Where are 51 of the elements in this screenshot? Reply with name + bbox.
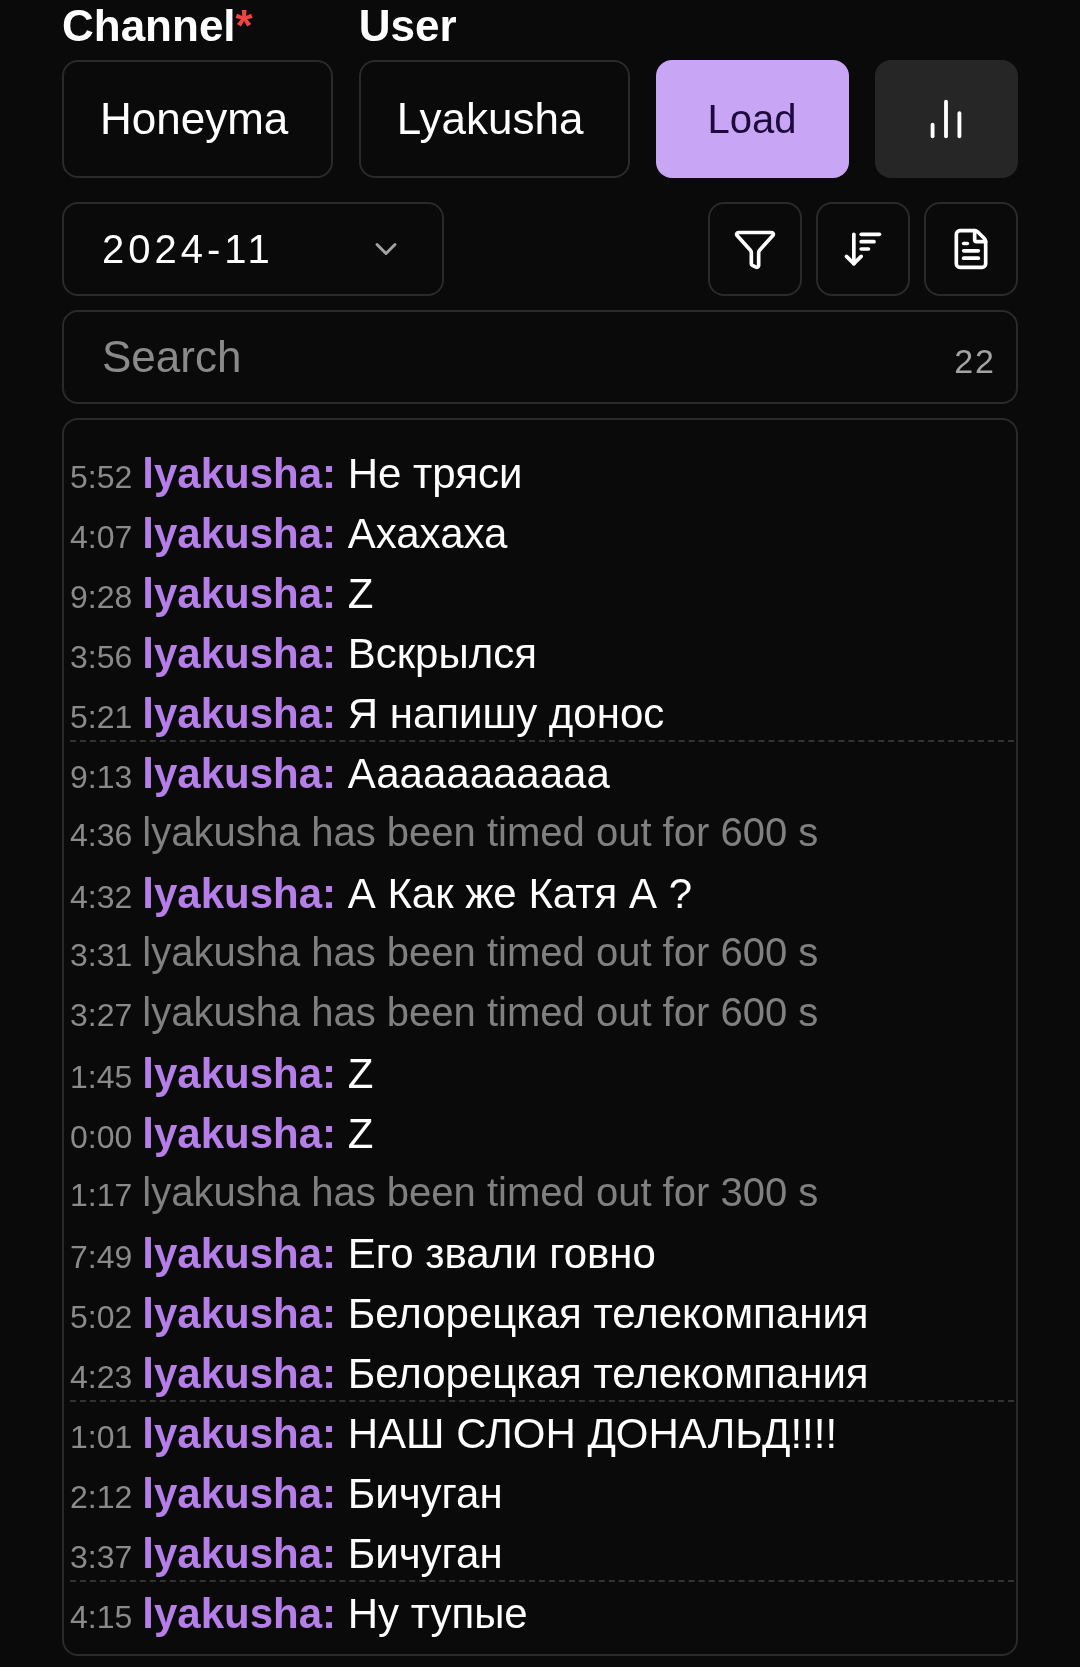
timestamp: 7:49 xyxy=(70,1238,133,1277)
chat-message: lyakusha: Бичуган xyxy=(142,1529,503,1579)
chat-message: lyakusha: Вскрылся xyxy=(142,629,537,679)
chat-message: lyakusha: Бичуган xyxy=(142,1469,503,1519)
timestamp: 5:02 xyxy=(70,1298,133,1337)
chat-message: lyakusha: А Как же Катя А ? xyxy=(142,869,692,919)
timestamp: 4:23 xyxy=(70,1358,133,1397)
timestamp: 9:13 xyxy=(70,758,133,797)
chat-message: lyakusha: Белорецкая телекомпания xyxy=(142,1349,869,1399)
timestamp: 1:01 xyxy=(70,1418,133,1457)
system-notice: lyakusha has been timed out for 300 s xyxy=(142,1169,819,1216)
chat-message: lyakusha: Z xyxy=(142,1049,374,1099)
chat-message: lyakusha: Белорецкая телекомпания xyxy=(142,1289,869,1339)
timestamp: 5:52 xyxy=(70,458,133,497)
load-button[interactable]: Load xyxy=(655,60,849,178)
timestamp: 3:27 xyxy=(70,996,133,1035)
system-notice: lyakusha has been timed out for 600 s xyxy=(142,809,819,856)
timestamp: 1:17 xyxy=(70,1176,133,1215)
user-label: User xyxy=(358,2,458,50)
chart-button[interactable] xyxy=(874,60,1018,178)
timestamp: 4:36 xyxy=(70,816,133,855)
timestamp: 4:15 xyxy=(70,1598,133,1637)
chat-message: lyakusha: Ааааааааааа xyxy=(142,749,610,799)
timestamp: 1:45 xyxy=(70,1058,133,1097)
user-field[interactable]: Lyakusha xyxy=(358,60,630,178)
timestamp: 2:12 xyxy=(70,1478,133,1517)
chat-message: lyakusha: Ахахаха xyxy=(142,509,508,559)
timestamp: 9:28 xyxy=(70,578,133,617)
filter-button[interactable] xyxy=(708,202,802,296)
timestamp: 4:07 xyxy=(70,518,133,557)
channel-field[interactable]: Honeyma xyxy=(62,60,333,178)
channel-label: Channel* xyxy=(62,2,254,50)
chat-message: lyakusha: Z xyxy=(142,1109,374,1159)
timestamp: 3:31 xyxy=(70,936,133,975)
chat-message: lyakusha: Z xyxy=(142,569,374,619)
timestamp: 4:32 xyxy=(70,878,133,917)
timestamp: 3:37 xyxy=(70,1538,133,1577)
timestamp: 0:00 xyxy=(70,1118,133,1157)
chat-message: lyakusha: Не тряси xyxy=(142,449,523,499)
document-button[interactable] xyxy=(924,202,1018,296)
chat-message: lyakusha: Ну тупые xyxy=(142,1589,528,1639)
month-select[interactable]: 2024-11 xyxy=(62,202,444,296)
system-notice: lyakusha has been timed out for 600 s xyxy=(142,989,819,1036)
timestamp: 3:56 xyxy=(70,638,133,677)
timestamp: 5:21 xyxy=(70,698,133,737)
system-notice: lyakusha has been timed out for 600 s xyxy=(142,929,819,976)
chat-message: lyakusha: Я напишу донос xyxy=(142,689,665,739)
result-count: 22 xyxy=(954,341,996,382)
chat-message: lyakusha: НАШ СЛОН ДОНАЛЬД!!!! xyxy=(142,1409,838,1459)
sort-button[interactable] xyxy=(816,202,910,296)
chat-message: lyakusha: Его звали говно xyxy=(142,1229,656,1279)
